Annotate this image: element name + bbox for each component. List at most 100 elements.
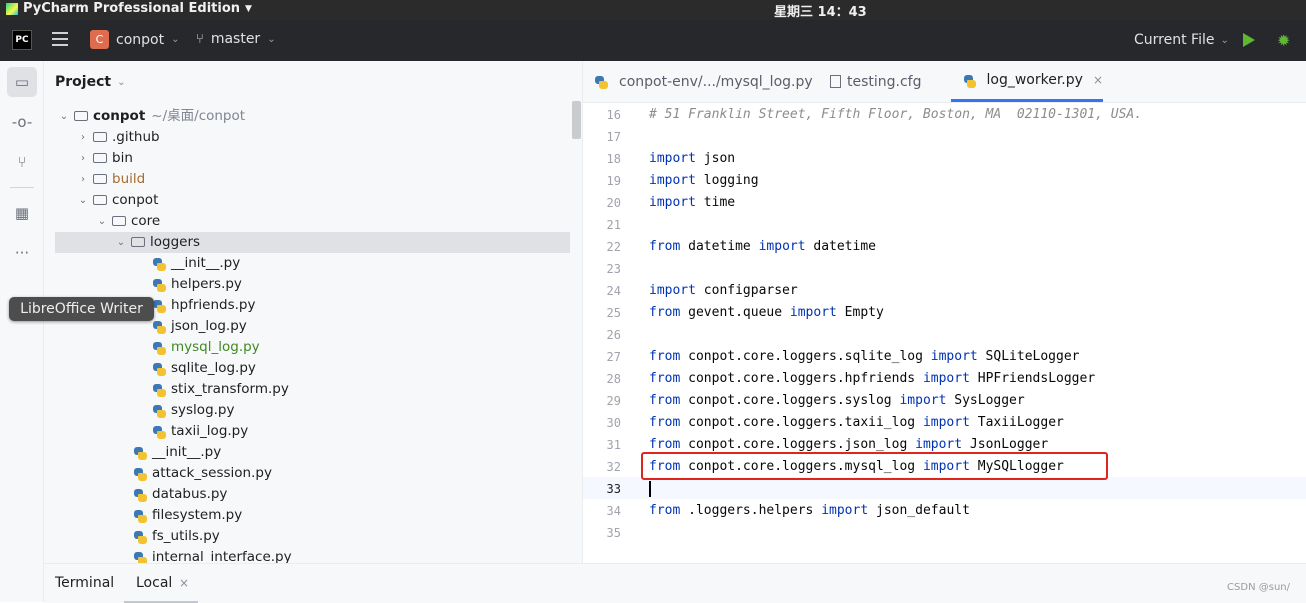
package-folder-icon bbox=[112, 215, 126, 226]
code-keyword: import bbox=[649, 173, 696, 188]
main-menu-icon[interactable] bbox=[52, 32, 68, 50]
python-file-icon bbox=[134, 468, 147, 481]
pull-requests-icon[interactable]: ⑂ bbox=[7, 147, 37, 177]
debug-bug-icon[interactable]: ✹ bbox=[1277, 31, 1290, 50]
run-icon[interactable] bbox=[1243, 33, 1255, 47]
tree-label: helpers.py bbox=[171, 276, 242, 292]
package-folder-icon bbox=[93, 194, 107, 205]
tree-label: build bbox=[112, 171, 146, 187]
branch-name: master bbox=[210, 31, 261, 47]
tab-terminal[interactable]: Terminal bbox=[55, 575, 114, 591]
project-panel-title: Project bbox=[55, 74, 112, 90]
app-menu[interactable]: PyCharm Professional Edition ▼ bbox=[6, 1, 252, 16]
tree-label: core bbox=[131, 213, 161, 229]
line-number: 26 bbox=[606, 328, 621, 342]
tree-label: filesystem.py bbox=[152, 507, 243, 523]
tree-row[interactable]: databus.py bbox=[134, 484, 227, 505]
code-keyword: import bbox=[922, 415, 970, 430]
close-tab-icon[interactable]: × bbox=[1093, 73, 1103, 87]
project-scrollbar[interactable] bbox=[572, 101, 581, 139]
code-editor[interactable]: 16 17 18 19 20 21 22 23 24 25 26 27 28 2… bbox=[583, 103, 1306, 563]
code-keyword: from bbox=[649, 393, 681, 408]
highlight-annotation-box bbox=[641, 452, 1108, 480]
line-number: 22 bbox=[606, 240, 621, 254]
tree-row[interactable]: stix_transform.py bbox=[153, 379, 289, 400]
line-number: 19 bbox=[606, 174, 621, 188]
tree-row[interactable]: sqlite_log.py bbox=[153, 358, 256, 379]
python-file-icon bbox=[153, 300, 166, 313]
tree-row[interactable]: json_log.py bbox=[153, 316, 247, 337]
tab-log-worker[interactable]: log_worker.py × bbox=[951, 61, 1103, 102]
project-panel-header[interactable]: Project ⌄ bbox=[55, 74, 125, 90]
run-config-selector[interactable]: Current File ⌄ bbox=[1134, 32, 1229, 48]
tree-row-root[interactable]: ⌄ conpot ~/桌面/conpot bbox=[57, 106, 245, 127]
tree-row[interactable]: __init__.py bbox=[153, 253, 240, 274]
tree-row[interactable]: internal_interface.py bbox=[134, 547, 292, 563]
line-number: 18 bbox=[606, 152, 621, 166]
system-clock[interactable]: 星期三 14：43 bbox=[774, 1, 867, 20]
project-badge: C bbox=[90, 30, 109, 49]
line-number: 31 bbox=[606, 438, 621, 452]
code-text: conpot.core.loggers.taxii_log bbox=[680, 415, 923, 430]
system-top-bar: PyCharm Professional Edition ▼ 星期三 14：43 bbox=[0, 0, 1306, 20]
tree-row[interactable]: › .github bbox=[76, 127, 160, 148]
package-folder-icon bbox=[131, 236, 145, 247]
tab-label: log_worker.py bbox=[986, 72, 1083, 88]
python-file-icon bbox=[153, 321, 166, 334]
chevron-down-icon: ⌄ bbox=[267, 33, 276, 45]
tree-label: __init__.py bbox=[152, 444, 222, 460]
code-keyword: import bbox=[649, 195, 696, 210]
python-file-icon bbox=[153, 363, 166, 376]
code-keyword: import bbox=[821, 503, 869, 518]
code-keyword: import bbox=[930, 349, 978, 364]
project-name: conpot bbox=[116, 31, 165, 48]
tree-label: stix_transform.py bbox=[171, 381, 289, 397]
line-number: 29 bbox=[606, 394, 621, 408]
tree-row[interactable]: helpers.py bbox=[153, 274, 242, 295]
line-number: 21 bbox=[606, 218, 621, 232]
tree-row[interactable]: __init__.py bbox=[134, 442, 221, 463]
python-file-icon bbox=[134, 489, 147, 502]
tree-label: .github bbox=[112, 129, 160, 145]
tree-row[interactable]: ⌄ conpot bbox=[76, 190, 159, 211]
tree-row[interactable]: fs_utils.py bbox=[134, 526, 220, 547]
close-tab-icon[interactable]: × bbox=[179, 576, 189, 590]
tree-row[interactable]: › bin bbox=[76, 148, 133, 169]
project-switcher[interactable]: C conpot ⌄ bbox=[90, 30, 179, 49]
tab-label: testing.cfg bbox=[847, 73, 922, 90]
tab-mysql-log[interactable]: conpot-env/.../mysql_log.py bbox=[595, 61, 813, 102]
tree-row[interactable]: taxii_log.py bbox=[153, 421, 248, 442]
project-folder-icon[interactable]: ▭ bbox=[7, 67, 37, 97]
commit-icon[interactable]: -o- bbox=[7, 107, 37, 137]
more-tools-icon[interactable]: ··· bbox=[7, 238, 37, 268]
python-file-icon bbox=[153, 405, 166, 418]
code-text: configparser bbox=[695, 283, 798, 298]
tab-local[interactable]: Local × bbox=[124, 564, 198, 603]
code-text: conpot.core.loggers.syslog bbox=[680, 393, 900, 408]
structure-icon[interactable]: ▦ bbox=[7, 198, 37, 228]
tree-row[interactable]: attack_session.py bbox=[134, 463, 272, 484]
text-cursor bbox=[649, 481, 651, 497]
folder-icon bbox=[93, 173, 107, 184]
tree-row[interactable]: ⌄ core bbox=[95, 211, 160, 232]
expanded-chevron-icon: ⌄ bbox=[59, 111, 69, 122]
tree-label: json_log.py bbox=[171, 318, 247, 334]
tree-label: __init__.py bbox=[171, 255, 241, 271]
tree-row[interactable]: syslog.py bbox=[153, 400, 235, 421]
pycharm-logo-icon: PC bbox=[12, 30, 32, 50]
chevron-down-icon: ⌄ bbox=[117, 76, 126, 88]
tool-window-strip: ▭ -o- ⑂ ▦ ··· bbox=[0, 61, 44, 602]
tree-row-selected[interactable]: ⌄ loggers bbox=[55, 232, 570, 253]
python-file-icon bbox=[595, 76, 608, 89]
tree-row[interactable]: hpfriends.py bbox=[153, 295, 256, 316]
tab-testing-cfg[interactable]: testing.cfg bbox=[830, 61, 922, 102]
tree-row[interactable]: › build bbox=[76, 169, 145, 190]
code-keyword: from bbox=[649, 437, 681, 452]
tree-label: loggers bbox=[150, 234, 201, 250]
tree-row[interactable]: filesystem.py bbox=[134, 505, 242, 526]
tree-row[interactable]: mysql_log.py bbox=[153, 337, 260, 358]
vcs-branch-switcher[interactable]: ⑂ master ⌄ bbox=[196, 31, 276, 47]
chevron-down-icon: ⌄ bbox=[1220, 34, 1229, 46]
expanded-chevron-icon: ⌄ bbox=[116, 237, 126, 248]
app-name: PyCharm Professional Edition bbox=[23, 1, 241, 16]
